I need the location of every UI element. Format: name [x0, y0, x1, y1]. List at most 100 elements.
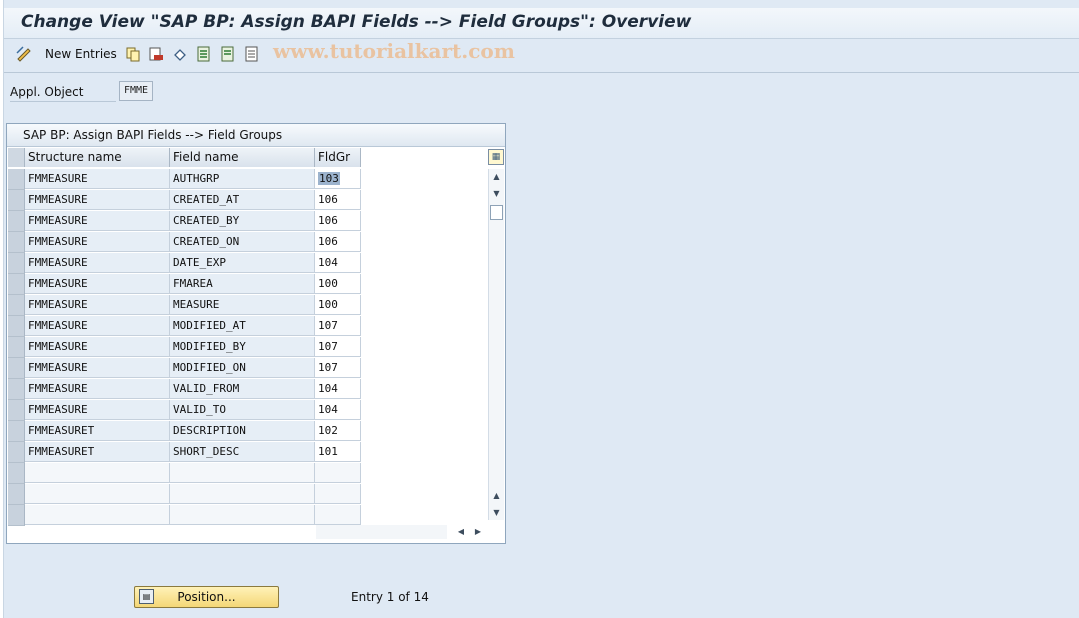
- scroll-thumb[interactable]: [490, 205, 503, 220]
- field-name-cell: MODIFIED_BY: [170, 337, 315, 357]
- entry-counter: Entry 1 of 14: [351, 590, 429, 604]
- row-selector[interactable]: [8, 337, 25, 358]
- row-selector[interactable]: [8, 169, 25, 190]
- field-name-cell: [170, 505, 315, 525]
- horizontal-scroll-track[interactable]: [316, 525, 447, 539]
- sap-screen: Change View "SAP BP: Assign BAPI Fields …: [3, 0, 1079, 618]
- empty-table-row[interactable]: [8, 505, 364, 526]
- select-all-rows-button[interactable]: [8, 148, 25, 167]
- field-name-cell: MODIFIED_AT: [170, 316, 315, 336]
- table-row[interactable]: FMMEASURE AUTHGRP 103: [8, 169, 364, 190]
- field-group-value: 106: [318, 235, 338, 248]
- select-block-icon[interactable]: [220, 46, 236, 62]
- appl-object-field[interactable]: FMME: [119, 81, 153, 101]
- row-selector[interactable]: [8, 253, 25, 274]
- field-group-value: 104: [318, 382, 338, 395]
- field-name-cell: DESCRIPTION: [170, 421, 315, 441]
- row-selector[interactable]: [8, 400, 25, 421]
- scroll-down-icon[interactable]: ▼: [491, 188, 502, 199]
- field-group-input[interactable]: 106: [315, 190, 361, 210]
- field-group-input[interactable]: 102: [315, 421, 361, 441]
- structure-name-cell: FMMEASURE: [25, 253, 170, 273]
- table-row[interactable]: FMMEASURE VALID_TO 104: [8, 400, 364, 421]
- scroll-up-icon[interactable]: ▲: [491, 171, 502, 182]
- field-group-input[interactable]: 107: [315, 316, 361, 336]
- field-group-value: 104: [318, 256, 338, 269]
- row-selector[interactable]: [8, 190, 25, 211]
- field-group-value: 102: [318, 424, 338, 437]
- table-row[interactable]: FMMEASURET DESCRIPTION 102: [8, 421, 364, 442]
- field-group-input[interactable]: 106: [315, 211, 361, 231]
- column-header-structure[interactable]: Structure name: [25, 148, 170, 167]
- position-button[interactable]: ▤ Position...: [134, 586, 279, 608]
- table-row[interactable]: FMMEASURE CREATED_BY 106: [8, 211, 364, 232]
- field-group-value: 100: [318, 277, 338, 290]
- scroll-left-icon[interactable]: ◀: [455, 526, 467, 538]
- field-group-input[interactable]: [315, 505, 361, 525]
- page-down-icon[interactable]: ▼: [491, 507, 502, 518]
- delete-icon[interactable]: [148, 46, 164, 62]
- field-group-input[interactable]: 100: [315, 274, 361, 294]
- table-row[interactable]: FMMEASURE MODIFIED_BY 107: [8, 337, 364, 358]
- undo-icon[interactable]: [172, 46, 188, 62]
- row-selector[interactable]: [8, 421, 25, 442]
- field-name-cell: MEASURE: [170, 295, 315, 315]
- table-row[interactable]: FMMEASURE CREATED_AT 106: [8, 190, 364, 211]
- table-row[interactable]: FMMEASURE MEASURE 100: [8, 295, 364, 316]
- row-selector[interactable]: [8, 274, 25, 295]
- structure-name-cell: FMMEASURET: [25, 442, 170, 462]
- field-group-input[interactable]: 101: [315, 442, 361, 462]
- row-selector[interactable]: [8, 379, 25, 400]
- structure-name-cell: FMMEASURE: [25, 232, 170, 252]
- row-selector[interactable]: [8, 463, 25, 484]
- field-group-input[interactable]: 103: [315, 169, 361, 189]
- field-group-input[interactable]: [315, 463, 361, 483]
- page-up-icon[interactable]: ▲: [491, 490, 502, 501]
- structure-name-cell: FMMEASURE: [25, 400, 170, 420]
- table-row[interactable]: FMMEASURE MODIFIED_AT 107: [8, 316, 364, 337]
- row-selector[interactable]: [8, 232, 25, 253]
- table-row[interactable]: FMMEASURE VALID_FROM 104: [8, 379, 364, 400]
- select-all-icon[interactable]: [196, 46, 212, 62]
- field-group-input[interactable]: [315, 484, 361, 504]
- empty-table-row[interactable]: [8, 463, 364, 484]
- table-row[interactable]: FMMEASURE FMAREA 100: [8, 274, 364, 295]
- field-name-cell: FMAREA: [170, 274, 315, 294]
- vertical-scrollbar[interactable]: ▲ ▼ ▲ ▼: [488, 169, 504, 520]
- field-group-value: 107: [318, 340, 338, 353]
- row-selector[interactable]: [8, 211, 25, 232]
- field-group-input[interactable]: 100: [315, 295, 361, 315]
- table-row[interactable]: FMMEASURET SHORT_DESC 101: [8, 442, 364, 463]
- field-name-cell: DATE_EXP: [170, 253, 315, 273]
- field-group-input[interactable]: 107: [315, 358, 361, 378]
- row-selector[interactable]: [8, 505, 25, 526]
- copy-icon[interactable]: [125, 46, 141, 62]
- column-header-fldgr[interactable]: FldGr: [315, 148, 361, 167]
- field-group-input[interactable]: 104: [315, 400, 361, 420]
- scroll-right-icon[interactable]: ▶: [472, 526, 484, 538]
- title-bar: Change View "SAP BP: Assign BAPI Fields …: [4, 8, 1079, 39]
- table-row[interactable]: FMMEASURE CREATED_ON 106: [8, 232, 364, 253]
- application-toolbar: New Entries www.tutorialkart.com: [4, 39, 1079, 73]
- structure-name-cell: FMMEASURE: [25, 316, 170, 336]
- deselect-all-icon[interactable]: [244, 46, 260, 62]
- row-selector[interactable]: [8, 316, 25, 337]
- table-row[interactable]: FMMEASURE DATE_EXP 104: [8, 253, 364, 274]
- row-selector[interactable]: [8, 358, 25, 379]
- row-selector[interactable]: [8, 484, 25, 505]
- new-entries-button[interactable]: New Entries: [45, 47, 117, 61]
- field-group-input[interactable]: 104: [315, 253, 361, 273]
- row-selector[interactable]: [8, 295, 25, 316]
- column-header-field[interactable]: Field name: [170, 148, 315, 167]
- empty-table-row[interactable]: [8, 484, 364, 505]
- change-display-icon[interactable]: [16, 46, 32, 62]
- row-selector[interactable]: [8, 442, 25, 463]
- page-title: Change View "SAP BP: Assign BAPI Fields …: [21, 12, 692, 32]
- field-group-input[interactable]: 107: [315, 337, 361, 357]
- table-settings-icon[interactable]: ▦: [488, 149, 504, 165]
- field-group-input[interactable]: 106: [315, 232, 361, 252]
- horizontal-scrollbar[interactable]: ◀ ▶: [316, 525, 504, 540]
- table-row[interactable]: FMMEASURE MODIFIED_ON 107: [8, 358, 364, 379]
- position-button-label: Position...: [177, 590, 236, 604]
- field-group-input[interactable]: 104: [315, 379, 361, 399]
